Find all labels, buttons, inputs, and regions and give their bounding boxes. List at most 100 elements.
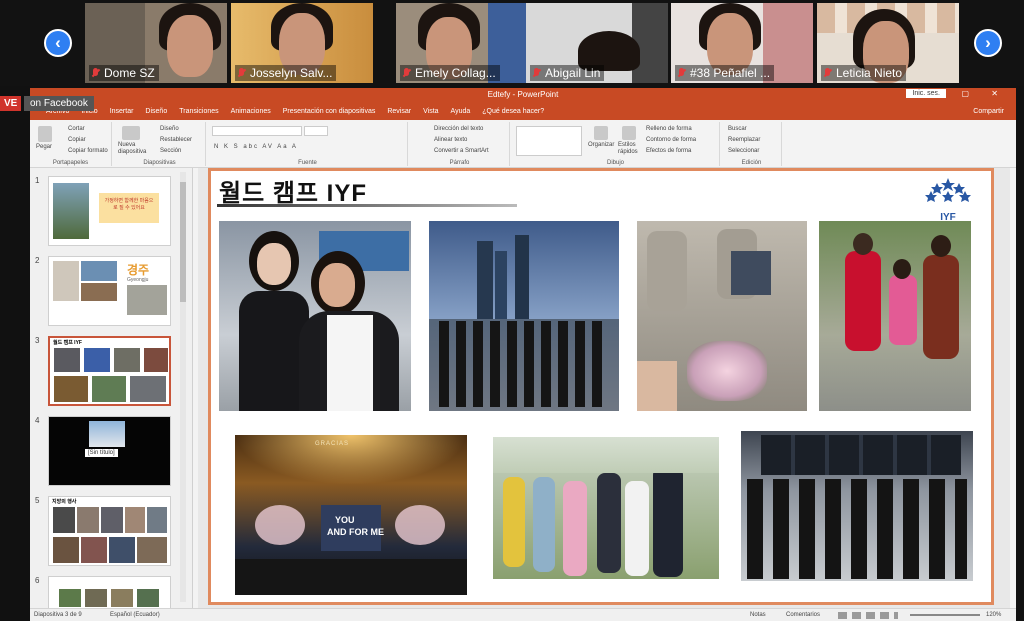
participant-strip: ‹ Dome SZ Josselyn Salv... Emely Collag.… — [0, 0, 1024, 86]
group-label: Portapapeles — [52, 160, 89, 166]
stage-screen-text-2: AND FOR ME — [327, 527, 384, 537]
quick-styles-icon[interactable] — [622, 126, 636, 140]
mic-muted-icon — [677, 68, 686, 78]
copy-button[interactable]: Copiar — [68, 137, 86, 143]
menu-diseno[interactable]: Diseño — [145, 108, 167, 115]
new-slide-button[interactable]: Nueva diapositiva — [118, 142, 152, 156]
slides-group: Nueva diapositiva Diseño Restablecer Sec… — [114, 122, 206, 166]
text-direction-button[interactable]: Dirección del texto — [434, 126, 483, 132]
arrange-button[interactable]: Organizar — [588, 142, 614, 148]
scrollbar-thumb[interactable] — [180, 182, 186, 302]
new-slide-icon[interactable] — [122, 126, 140, 140]
zoom-slider[interactable] — [910, 614, 980, 616]
thumb-text: 가정하면 함께한 마음으로 질 수 있어요 — [99, 193, 159, 223]
photo-airport-portrait[interactable] — [219, 221, 411, 411]
font-name-select[interactable] — [212, 126, 302, 136]
menu-revisar[interactable]: Revisar — [387, 108, 411, 115]
arrange-icon[interactable] — [594, 126, 608, 140]
align-text-button[interactable]: Alinear texto — [434, 137, 467, 143]
next-page-button[interactable]: › — [974, 29, 1002, 57]
thumb-number: 4 — [35, 416, 40, 425]
participant-name: Abigail Lin — [530, 65, 605, 81]
drawing-group: Organizar Estilos rápidos Relleno de for… — [512, 122, 720, 166]
slide-thumbnail-1[interactable]: 가정하면 함께한 마음으로 질 수 있어요 — [48, 176, 171, 246]
window-title: Edtefy - PowerPoint — [487, 90, 559, 99]
thumb-title: 경주 — [127, 263, 150, 277]
replace-button[interactable]: Reemplazar — [728, 137, 760, 143]
clipboard-group: Pegar Cortar Copiar Copiar formato Porta… — [30, 122, 112, 166]
group-label: Dibujo — [606, 160, 624, 166]
section-button[interactable]: Sección — [160, 148, 181, 154]
thumb-number: 6 — [35, 576, 40, 585]
title-bar: Edtefy - PowerPoint Inic. ses. — ▢ ✕ — [30, 88, 1016, 102]
menu-animaciones[interactable]: Animaciones — [231, 108, 271, 115]
notes-button[interactable]: Notas — [750, 612, 766, 618]
stars-icon — [925, 178, 971, 202]
stage-screen-text: YOU — [335, 515, 355, 525]
quick-styles-button[interactable]: Estilos rápidos — [618, 142, 642, 156]
shape-effects-button[interactable]: Efectos de forma — [646, 148, 691, 154]
photo-airport-group[interactable] — [741, 431, 973, 581]
shapes-gallery[interactable] — [516, 126, 582, 156]
slide-thumbnail-5[interactable]: 지방의 행사 — [48, 496, 171, 566]
share-button[interactable]: Compartir — [973, 108, 1004, 115]
comments-button[interactable]: Comentarios — [786, 612, 820, 618]
live-platform-label: on Facebook — [24, 96, 94, 111]
mic-muted-icon — [91, 68, 100, 78]
menu-ayuda[interactable]: Ayuda — [451, 108, 471, 115]
reset-button[interactable]: Restablecer — [160, 137, 192, 143]
slide-thumbnail-4[interactable]: [Sin título] — [48, 416, 171, 486]
find-button[interactable]: Buscar — [728, 126, 747, 132]
slide-counter: Diapositiva 3 de 9 — [34, 612, 82, 618]
window-controls[interactable]: — ▢ ✕ — [931, 89, 1008, 98]
participant-tile[interactable]: Leticia Nieto — [817, 3, 959, 83]
mic-muted-icon — [237, 68, 246, 78]
tell-me-search[interactable]: ¿Qué desea hacer? — [482, 108, 544, 115]
menu-transiciones[interactable]: Transiciones — [179, 108, 218, 115]
photo-concert-stage[interactable]: GRACIAS YOU AND FOR ME — [235, 435, 467, 595]
group-label: Fuente — [298, 160, 317, 166]
thumbnail-scrollbar[interactable] — [180, 172, 186, 602]
slide-thumbnail-3[interactable]: 월드 캠프 IYF — [48, 336, 171, 406]
shape-outline-button[interactable]: Contorno de forma — [646, 137, 696, 143]
participant-tile[interactable]: Abigail Lin — [526, 3, 668, 83]
participant-tile[interactable]: Emely Collag... — [396, 3, 538, 83]
slide-title[interactable]: 월드 캠프 IYF — [219, 173, 367, 208]
menu-presentacion[interactable]: Presentación con diapositivas — [283, 108, 376, 115]
language-indicator[interactable]: Español (Ecuador) — [110, 612, 160, 618]
cut-button[interactable]: Cortar — [68, 126, 85, 132]
thumb-number: 1 — [35, 176, 40, 185]
participant-tile[interactable]: Dome SZ — [85, 3, 227, 83]
participant-tile[interactable]: #38 Peñafiel ... — [671, 3, 813, 83]
screen: ‹ Dome SZ Josselyn Salv... Emely Collag.… — [0, 0, 1024, 621]
current-slide[interactable]: 월드 캠프 IYF IYF WORLD CAMP — [208, 168, 994, 605]
font-size-select[interactable] — [304, 126, 328, 136]
paste-icon[interactable] — [38, 126, 52, 142]
slide-thumbnail-pane: 1 가정하면 함께한 마음으로 질 수 있어요 2 경주 Gyeongju 3 … — [30, 168, 193, 608]
format-painter-button[interactable]: Copiar formato — [68, 148, 108, 154]
photo-van-interior[interactable] — [637, 221, 807, 411]
shape-fill-button[interactable]: Relleno de forma — [646, 126, 692, 132]
participant-name: Emely Collag... — [400, 65, 500, 81]
thumb-number: 2 — [35, 256, 40, 265]
select-button[interactable]: Seleccionar — [728, 148, 759, 154]
prev-page-button[interactable]: ‹ — [44, 29, 72, 57]
view-buttons[interactable] — [838, 612, 898, 619]
paste-button[interactable]: Pegar — [36, 144, 52, 150]
zoom-level[interactable]: 120% — [986, 612, 1001, 618]
smartart-button[interactable]: Convertir a SmartArt — [434, 148, 489, 154]
layout-button[interactable]: Diseño — [160, 126, 179, 132]
paragraph-group: Dirección del texto Alinear texto Conver… — [410, 122, 510, 166]
chevron-left-icon: ‹ — [55, 33, 61, 52]
photo-group-garden[interactable] — [493, 437, 719, 579]
status-bar: Diapositiva 3 de 9 Español (Ecuador) Not… — [30, 608, 1016, 621]
slide-thumbnail-6[interactable] — [48, 576, 171, 608]
photo-traditional-dancers[interactable] — [819, 221, 971, 411]
slide-thumbnail-2[interactable]: 경주 Gyeongju — [48, 256, 171, 326]
participant-tile[interactable]: Josselyn Salv... — [231, 3, 373, 83]
font-format-buttons[interactable]: N K S abc AV Aa A — [214, 144, 298, 150]
photo-group-city-night[interactable] — [429, 221, 619, 411]
menu-insertar[interactable]: Insertar — [110, 108, 134, 115]
menu-vista[interactable]: Vista — [423, 108, 438, 115]
ribbon: Pegar Cortar Copiar Copiar formato Porta… — [30, 120, 1016, 168]
